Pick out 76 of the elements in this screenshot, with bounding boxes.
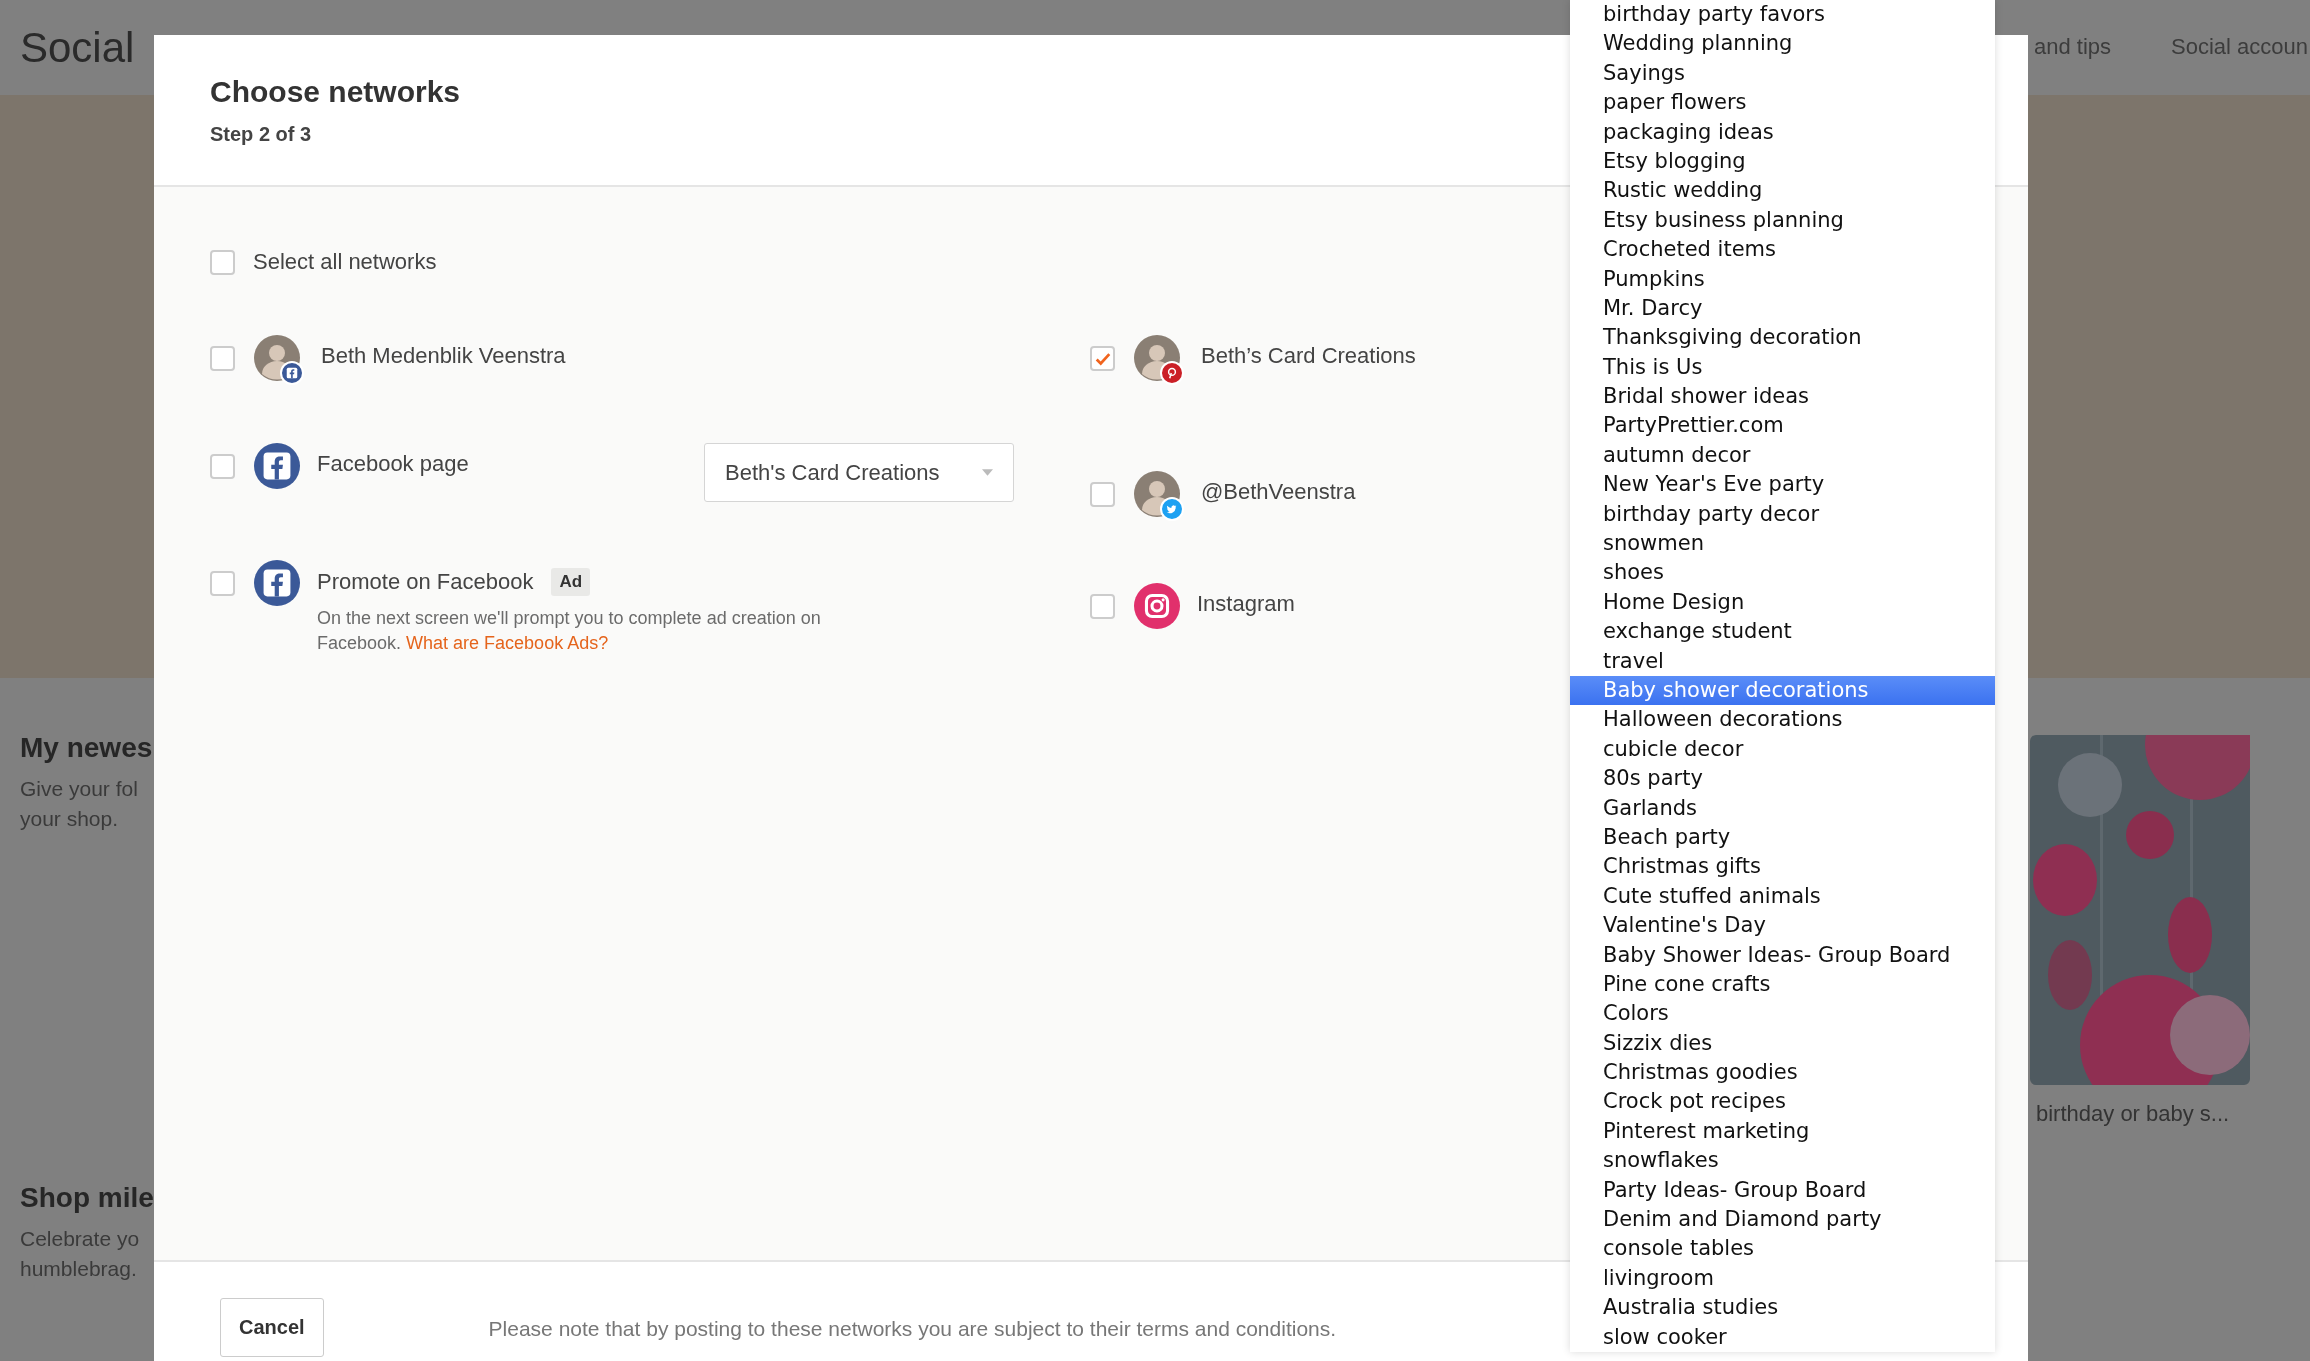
board-option[interactable]: livingroom [1570,1263,1995,1294]
board-option[interactable]: Pinterest marketing [1570,1116,1995,1147]
page-title: Social [20,23,135,72]
board-option[interactable]: Crocheted items [1570,235,1995,265]
board-option[interactable]: Crock pot recipes [1570,1087,1995,1117]
board-option[interactable]: cubicle decor [1570,734,1995,765]
board-option[interactable]: Christmas gifts [1570,852,1995,882]
board-option[interactable]: 80s party [1570,764,1995,794]
board-option[interactable]: Halloween decorations [1570,705,1995,735]
network-name: Beth Medenblik Veenstra [321,343,566,369]
cancel-button[interactable]: Cancel [220,1298,324,1357]
network-name: Beth’s Card Creations [1201,343,1416,369]
checkbox[interactable] [210,571,235,596]
checkbox[interactable] [1090,346,1115,371]
board-option[interactable]: autumn decor [1570,440,1995,471]
section-text: Celebrate yo [20,1226,141,1252]
board-option[interactable]: Sayings [1570,58,1995,89]
network-name: Promote on Facebook [317,569,534,595]
step-label: Step 2 of 3 [210,123,312,146]
board-option[interactable]: New Year's Eve party [1570,470,1995,500]
network-name: Facebook page [317,451,469,477]
board-option[interactable]: packaging ideas [1570,117,1995,147]
board-option[interactable]: Wedding planning [1570,29,1995,59]
checkbox[interactable] [210,346,235,371]
board-option[interactable]: snowflakes [1570,1146,1995,1176]
board-option[interactable]: Etsy business planning [1570,205,1995,236]
board-option[interactable]: Australia studies [1570,1293,1995,1323]
checkbox[interactable] [1090,482,1115,507]
ad-badge: Ad [551,568,591,596]
board-option[interactable]: birthday party decor [1570,499,1995,530]
board-option[interactable]: birthday party favors [1570,0,1995,30]
modal-title: Choose networks [210,75,461,109]
board-option[interactable]: console tables [1570,1234,1995,1264]
board-option[interactable]: Garlands [1570,793,1995,823]
board-option[interactable]: Thanksgiving decoration [1570,323,1995,353]
network-name: @BethVeenstra [1201,479,1356,505]
board-option[interactable]: This is Us [1570,352,1995,383]
board-option[interactable]: snowmen [1570,529,1995,559]
board-option[interactable]: Pine cone crafts [1570,969,1995,1000]
page-select[interactable]: Beth's Card Creations [704,443,1014,502]
section-text: your shop. [20,806,120,832]
board-option[interactable]: Denim and Diamond party [1570,1205,1995,1235]
board-option[interactable]: travel [1570,646,1995,676]
board-option[interactable]: exchange student [1570,617,1995,647]
board-option[interactable]: PartyPrettier.com [1570,411,1995,441]
ad-note: On the next screen we'll prompt you to complete ad creation on Facebook. What are Facebook Ads? [317,607,822,655]
board-option[interactable]: Valentine's Day [1570,911,1995,941]
board-option[interactable]: Christmas goodies [1570,1058,1995,1088]
network-name: Instagram [1197,591,1295,617]
board-option[interactable]: Beach party [1570,822,1995,853]
checkbox[interactable] [210,249,235,275]
board-option[interactable]: Colors [1570,999,1995,1029]
board-option[interactable]: Baby shower decorations [1570,676,1995,706]
board-option[interactable]: Etsy blogging [1570,146,1995,177]
section-text: Give your fol [20,776,139,802]
section-title: My newes [20,732,154,764]
board-option[interactable]: Party Ideas- Group Board [1570,1175,1995,1205]
terms-note: Please note that by posting to these networks you are subject to their terms and conditions. [488,1316,1337,1341]
section-title: Shop mile [20,1182,155,1214]
checkbox[interactable] [1090,594,1115,619]
board-option[interactable]: Baby Shower Ideas- Group Board [1570,940,1995,970]
board-option[interactable]: Home Design [1570,587,1995,618]
board-option[interactable]: Mr. Darcy [1570,293,1995,324]
board-option[interactable]: Cute stuffed animals [1570,881,1995,912]
select-all-label: Select all networks [253,249,437,275]
board-option[interactable]: shoes [1570,558,1995,588]
card-caption: birthday or baby s... [2036,1101,2231,1127]
checkbox[interactable] [210,454,235,479]
board-option[interactable]: Sizzix dies [1570,1028,1995,1059]
caret-icon [982,469,993,476]
board-option[interactable]: paper flowers [1570,88,1995,118]
board-option[interactable]: Bridal shower ideas [1570,382,1995,412]
board-option[interactable]: slow cooker [1570,1322,1995,1352]
board-option[interactable]: Rustic wedding [1570,176,1995,206]
section-text: humblebrag. [20,1256,138,1282]
board-option[interactable]: Pumpkins [1570,264,1995,294]
